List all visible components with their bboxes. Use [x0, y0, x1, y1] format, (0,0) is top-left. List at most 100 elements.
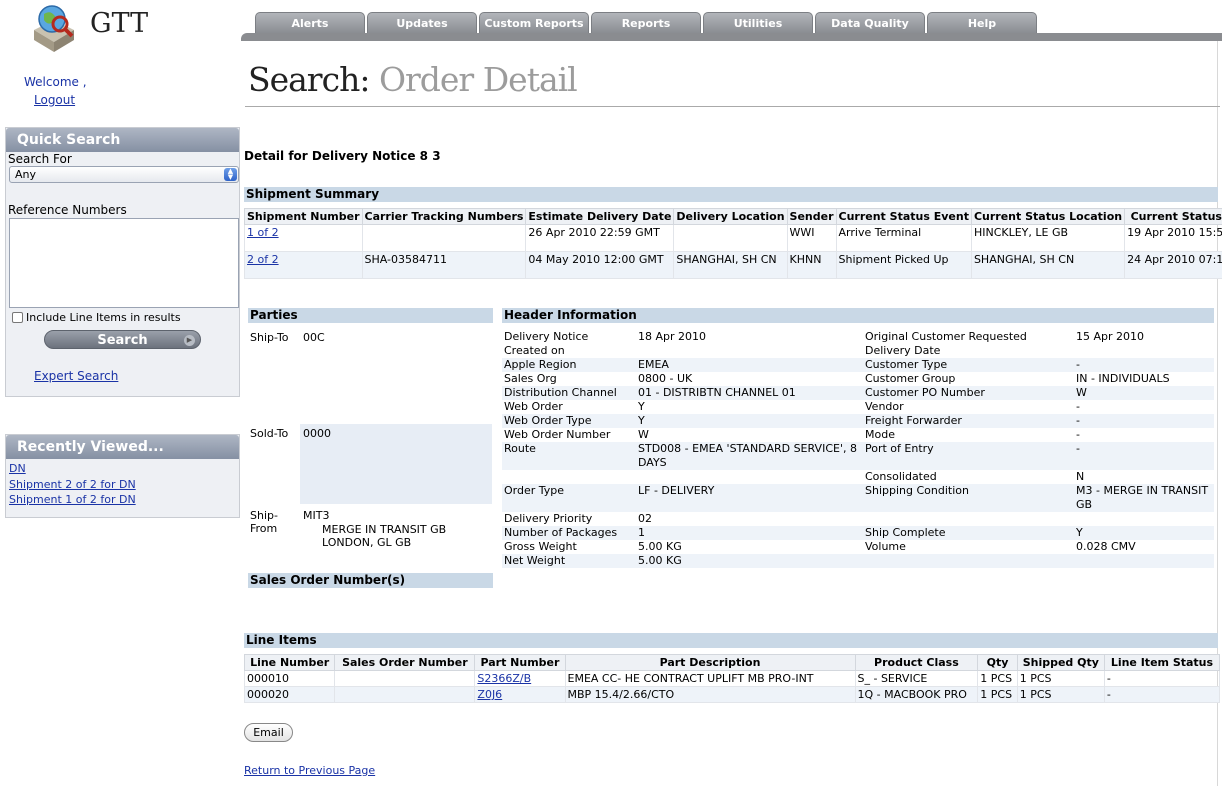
recently-viewed-list: DN Shipment 2 of 2 for DN Shipment 1 of …: [9, 461, 136, 508]
column-header: Carrier Tracking Numbers: [361, 208, 527, 225]
tab-data-quality[interactable]: Data Quality: [815, 12, 925, 33]
header-info-value: W: [638, 428, 649, 441]
ship-from-line1: MERGE IN TRANSIT GB: [322, 523, 447, 536]
column-header: Sender: [786, 208, 837, 225]
header-info-label: Apple Region: [502, 358, 636, 372]
header-info-value: 1: [636, 526, 863, 540]
header-info-label: Web Order Number: [504, 428, 611, 441]
header-info-value: N: [1076, 470, 1085, 483]
main-nav: Alerts Updates Custom Reports Reports Ut…: [255, 12, 1037, 33]
header-info-value: 0.028 CMV: [1076, 540, 1136, 553]
tab-updates[interactable]: Updates: [367, 12, 477, 33]
header-info-value: 18 Apr 2010: [638, 330, 707, 343]
recently-viewed-title: Recently Viewed...: [6, 435, 239, 459]
tab-utilities[interactable]: Utilities: [703, 12, 813, 33]
column-header: Part Number: [474, 654, 566, 671]
recent-item-shipment-1[interactable]: Shipment 1 of 2 for DN: [9, 492, 136, 508]
line-items-table: Line Number Sales Order Number Part Numb…: [243, 654, 1221, 703]
part-number-link[interactable]: Z0J6: [477, 688, 502, 701]
tab-custom-reports[interactable]: Custom Reports: [479, 12, 589, 33]
header-info-row: Order Type LF - DELIVERY Shipping Conditio…: [502, 484, 1214, 512]
tab-alerts[interactable]: Alerts: [255, 12, 365, 33]
header-info-label: Mode: [865, 428, 895, 441]
header-info-label: Freight Forwarder: [863, 414, 1074, 428]
shipment-summary-table: Shipment Number Carrier Tracking Numbers…: [244, 208, 1222, 279]
column-header: Current Status Date: [1124, 208, 1222, 225]
header-info-label: [863, 512, 1074, 526]
header-info-label: Gross Weight: [504, 540, 577, 553]
select-arrows-icon: ▲ ▼: [224, 168, 237, 181]
table-cell: 04 May 2010 12:00 GMT: [525, 251, 675, 279]
header-info-value: -: [1074, 358, 1214, 372]
column-header: Part Description: [564, 654, 856, 671]
header-info-value: [1074, 512, 1214, 526]
reference-numbers-input[interactable]: [9, 218, 239, 308]
table-cell: 1 PCS: [1016, 670, 1105, 687]
header-info-value: -: [1076, 428, 1080, 441]
ship-from-code: MIT3: [303, 509, 330, 522]
sales-order-numbers-header: Sales Order Number(s): [248, 573, 493, 588]
header-info-row: Number of Packages 1 Ship Complete Y: [502, 526, 1214, 540]
column-header: Shipment Number: [244, 208, 363, 225]
table-cell: [334, 686, 476, 703]
header-info-label: Consolidated: [865, 470, 937, 483]
search-for-value: Any: [15, 168, 37, 181]
header-info-label: Ship Complete: [863, 526, 1074, 540]
logo-text: GTT: [90, 8, 149, 39]
table-row: 2 of 2 SHA-03584711 04 May 2010 12:00 GM…: [244, 251, 1222, 279]
expert-search-link[interactable]: Expert Search: [34, 369, 118, 383]
logout-link[interactable]: Logout: [34, 93, 75, 107]
column-header: Qty: [977, 654, 1018, 671]
header-info-row: Distribution Channel 01 - DISTRIBTN CHANN…: [502, 386, 1214, 400]
search-for-select[interactable]: Any ▲ ▼: [9, 166, 239, 183]
header-info-label: [863, 554, 1074, 568]
header-info-value: 01 - DISTRIBTN CHANNEL 01: [636, 386, 863, 400]
table-cell: S_ - SERVICE: [854, 670, 979, 687]
page-title: Search: Order Detail: [248, 60, 578, 99]
header-info-value: W: [1074, 386, 1214, 400]
table-cell: EMEA CC- HE CONTRACT UPLIFT MB PRO-INT: [564, 670, 856, 687]
line-items-header: Line Items: [244, 633, 1218, 648]
header-info-value: LF - DELIVERY: [636, 484, 863, 512]
return-to-previous-page-link[interactable]: Return to Previous Page: [244, 764, 375, 777]
arrow-right-icon: ▶: [184, 335, 195, 346]
header-info-label: Vendor: [865, 400, 904, 413]
include-line-items-checkbox[interactable]: [12, 312, 23, 323]
page-title-main: Order Detail: [378, 60, 578, 99]
header-info-label: Customer Group: [865, 372, 956, 385]
include-line-items-row[interactable]: Include Line Items in results: [12, 311, 181, 324]
search-button[interactable]: Search ▶: [44, 330, 201, 349]
header-info-label: Delivery Priority: [504, 512, 593, 525]
tab-reports[interactable]: Reports: [591, 12, 701, 33]
table-cell: 000020: [243, 686, 336, 703]
header-info-value: 02: [638, 512, 652, 525]
header-info-label: Customer PO Number: [863, 386, 1074, 400]
ship-to-label: Ship-To: [250, 331, 289, 344]
header-info-label: Shipping Condition: [863, 484, 1074, 512]
column-header: Line Number: [243, 654, 336, 671]
ship-from-label: Ship- From: [250, 509, 278, 535]
header-info-label: Web Order: [504, 400, 563, 413]
table-cell: KHNN: [786, 251, 837, 279]
header-information-table: Delivery Notice Created on 18 Apr 2010 Ori…: [502, 330, 1214, 568]
tab-help[interactable]: Help: [927, 12, 1037, 33]
header-info-row: Apple Region EMEA Customer Type -: [502, 358, 1214, 372]
header-info-value: Y: [1074, 526, 1214, 540]
table-row: 000020 Z0J6 MBP 15.4/2.66/CTO 1Q - MACBO…: [243, 686, 1221, 703]
header-info-row: Route STD008 - EMEA 'STANDARD SERVICE', 8…: [502, 442, 1214, 470]
recent-item-shipment-2[interactable]: Shipment 2 of 2 for DN: [9, 477, 136, 493]
table-cell: [334, 670, 476, 687]
header-info-value: -: [1074, 442, 1214, 470]
email-button[interactable]: Email: [244, 723, 293, 742]
column-header: Current Status Event: [835, 208, 972, 225]
header-info-label: Net Weight: [502, 554, 636, 568]
table-cell: 000010: [243, 670, 336, 687]
recent-item-dn[interactable]: DN: [9, 461, 136, 477]
part-number-link[interactable]: S2366Z/B: [477, 672, 531, 685]
shipment-link-1[interactable]: 1 of 2: [247, 226, 279, 239]
delivery-notice-title: Detail for Delivery Notice 8 3: [244, 149, 441, 163]
header-info-value: 5.00 KG: [636, 554, 863, 568]
shipment-link-2[interactable]: 2 of 2: [247, 253, 279, 266]
sold-to-value: 0000: [303, 427, 331, 440]
column-header: Line Item Status: [1103, 654, 1221, 671]
